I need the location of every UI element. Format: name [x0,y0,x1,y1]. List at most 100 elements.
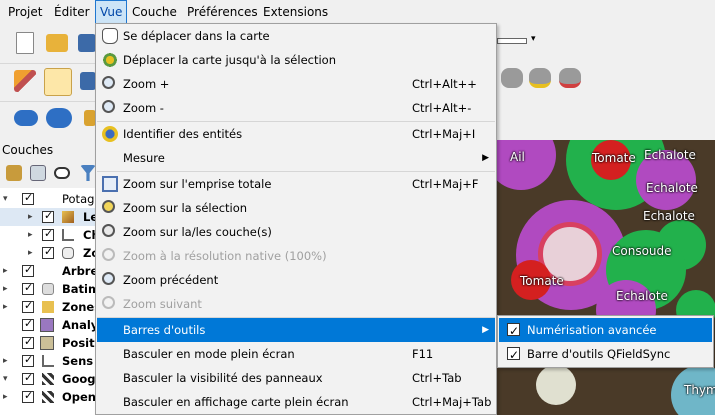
cloud-icon[interactable] [14,110,38,126]
submenu-item-advanced-digitizing[interactable]: Numérisation avancée [499,318,712,343]
menu-item-map-fullscreen[interactable]: Basculer en affichage carte plein écran … [97,390,495,414]
save-edits-icon[interactable] [80,72,96,90]
menu-extensions[interactable]: Extensions [259,0,332,24]
map-label: Consoude [612,244,672,258]
submenu-item-qfieldsync[interactable]: Barre d'outils QFieldSync [499,342,712,367]
layer-row[interactable]: ▸ Le [0,208,96,226]
delete-ring-icon[interactable] [559,68,581,88]
pan-to-selection-icon [102,52,118,68]
collapse-arrow-icon[interactable]: ▸ [28,244,38,262]
layer-label: Sens d [62,354,96,368]
map-label: Ail [510,150,525,164]
layer-label: Arbre [62,264,96,278]
add-group-icon[interactable] [30,165,46,181]
merge-features-icon[interactable] [529,68,551,88]
layer-label: Positi [62,336,96,350]
layer-checkbox[interactable] [42,245,54,259]
menu-projet[interactable]: Projet [4,0,46,24]
layer-checkbox[interactable] [22,281,34,295]
menu-item-pan[interactable]: Se déplacer dans la carte [97,24,495,48]
menu-item-zoom-next[interactable]: Zoom suivant [97,292,495,316]
layer-row[interactable]: Positi [0,334,96,352]
layer-checkbox[interactable] [22,353,34,367]
zoom-next-icon [102,296,115,309]
open-project-icon[interactable] [46,34,68,52]
submenu-arrow-icon: ▶ [482,153,489,163]
menu-item-toolbars[interactable]: Barres d'outils ▶ [97,318,495,342]
menu-item-measure[interactable]: Mesure ▶ [97,146,495,170]
layer-checkbox[interactable] [22,335,34,349]
menu-item-toggle-panels[interactable]: Basculer la visibilité des panneaux Ctrl… [97,366,495,390]
menu-item-identify[interactable]: Identifier des entités Ctrl+Maj+I [97,122,495,146]
eye-icon[interactable] [54,167,70,179]
menu-item-zoom-native[interactable]: Zoom à la résolution native (100%) [97,244,495,268]
menu-item-zoom-layer[interactable]: Zoom sur la/les couche(s) [97,220,495,244]
map-label: Echalote [616,289,668,303]
layer-row[interactable]: ▾ Goog [0,370,96,388]
collapse-arrow-icon[interactable]: ▸ [3,280,13,298]
menu-item-zoom-out[interactable]: Zoom - Ctrl+Alt+- [97,96,495,120]
layer-checkbox[interactable] [22,299,34,313]
collapse-arrow-icon[interactable]: ▸ [28,226,38,244]
menu-vue[interactable]: Vue [95,0,128,24]
save-project-icon[interactable] [78,34,96,52]
collapse-arrow-icon[interactable]: ▸ [3,388,13,406]
polygon-layer-icon [42,301,54,313]
collapse-arrow-icon[interactable]: ▸ [28,208,38,226]
collapse-arrow-icon[interactable]: ▸ [3,262,13,280]
map-label: Thym [684,383,715,397]
scale-ruler-icon[interactable] [497,38,527,44]
layer-row[interactable]: ▸ Batim [0,280,96,298]
vertex-tool-icon[interactable] [501,68,523,88]
edit-pencils-icon[interactable] [14,70,36,92]
layer-checkbox[interactable] [22,317,34,331]
menu-item-fullscreen[interactable]: Basculer en mode plein écran F11 [97,342,495,366]
layer-row[interactable]: ▾ Potag [0,190,96,208]
checkbox[interactable] [507,343,520,367]
layer-row[interactable]: ▸ Zo [0,244,96,262]
chevron-down-icon[interactable]: ▾ [531,34,536,44]
checkbox[interactable] [507,319,520,343]
layer-checkbox[interactable] [22,263,34,277]
layer-row[interactable]: ▸ Ch [0,226,96,244]
menu-item-zoom-selection[interactable]: Zoom sur la sélection [97,196,495,220]
layer-checkbox[interactable] [42,227,54,241]
collapse-arrow-icon[interactable]: ▾ [3,370,13,388]
cloud-sync-icon[interactable] [46,108,72,128]
menu-item-zoom-in[interactable]: Zoom + Ctrl+Alt++ [97,72,495,96]
layer-row[interactable]: ▸ Open [0,388,96,406]
submenu-arrow-icon: ▶ [482,325,489,335]
layer-checkbox[interactable] [42,209,54,223]
collapse-arrow-icon[interactable]: ▸ [3,352,13,370]
menu-editer[interactable]: Éditer [50,0,94,24]
layer-row[interactable]: Analy [0,316,96,334]
zone-circle [496,140,556,190]
layer-row[interactable]: ▸ Sens d [0,352,96,370]
line-layer-icon [42,355,54,367]
menu-preferences[interactable]: Préférences [183,0,262,24]
collapse-arrow-icon[interactable]: ▸ [3,298,13,316]
zoom-last-icon [102,272,115,285]
collapse-arrow-icon[interactable]: ▾ [3,190,13,208]
zoom-full-icon [102,176,118,192]
layer-row[interactable]: ▸ Zones [0,298,96,316]
menu-item-zoom-last[interactable]: Zoom précédent [97,268,495,292]
menu-couche[interactable]: Couche [128,0,181,24]
style-brush-icon[interactable] [6,165,22,181]
toggle-editing-icon[interactable] [44,68,72,96]
layer-checkbox[interactable] [22,389,34,403]
layer-row[interactable]: ▸ Arbre [0,262,96,280]
toolbar-digitizing [0,64,96,98]
raster-layer-icon [42,373,54,385]
menu-item-pan-to-selection[interactable]: Déplacer la carte jusqu'à la sélection [97,48,495,72]
pencil-icon [62,211,74,223]
layer-checkbox[interactable] [22,371,34,385]
map-canvas[interactable]: Ail Tomate Echalote Echalote Echalote Co… [496,140,715,415]
new-project-icon[interactable] [16,32,34,54]
map-label: Tomate [520,274,564,288]
menu-item-zoom-full[interactable]: Zoom sur l'emprise totale Ctrl+Maj+F [97,172,495,196]
zoom-out-icon [102,100,115,113]
zoom-native-icon [102,248,115,261]
layer-checkbox[interactable] [22,191,34,205]
filter-icon[interactable] [80,165,96,181]
